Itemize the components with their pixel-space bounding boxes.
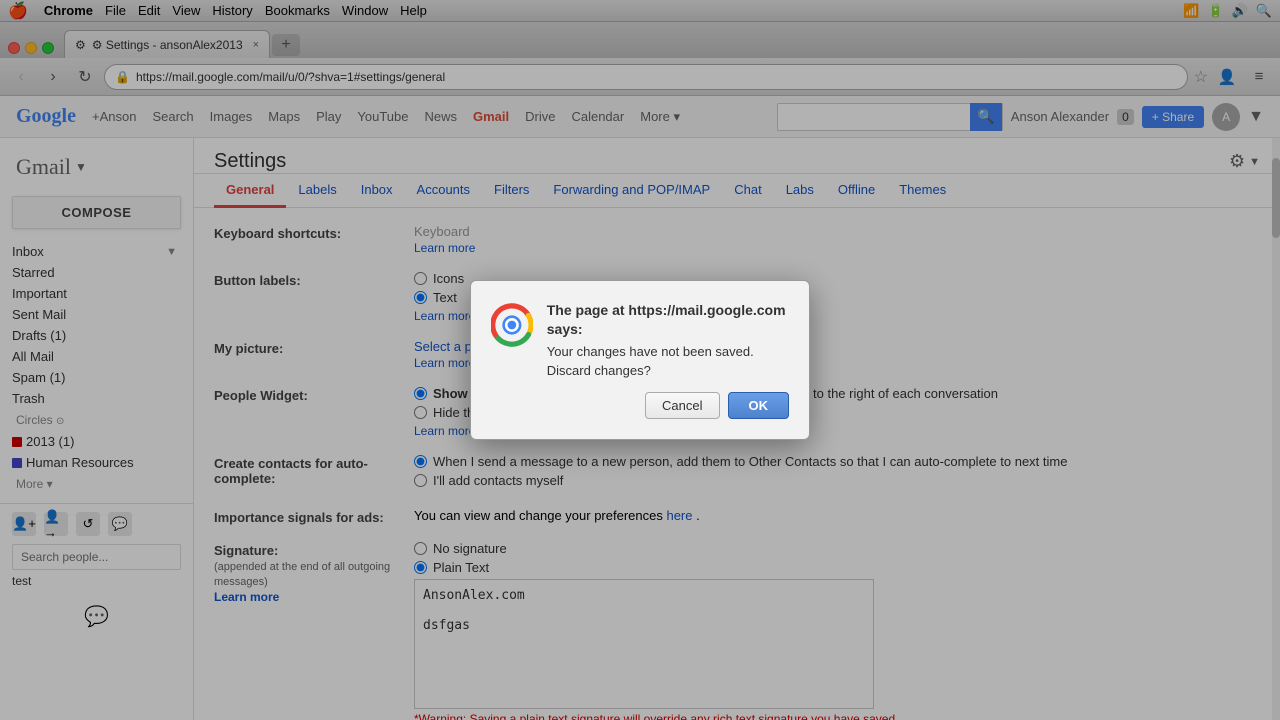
modal-question: Discard changes? [547, 363, 789, 378]
modal-overlay: The page at https://mail.google.com says… [0, 0, 1280, 720]
modal-text-area: The page at https://mail.google.com says… [547, 301, 789, 377]
chrome-logo-icon [491, 301, 533, 349]
modal-message: Your changes have not been saved. [547, 344, 789, 359]
modal-cancel-btn[interactable]: Cancel [645, 392, 719, 419]
modal-ok-btn[interactable]: OK [728, 392, 790, 419]
modal-dialog: The page at https://mail.google.com says… [470, 280, 810, 439]
modal-header: The page at https://mail.google.com says… [491, 301, 789, 377]
modal-title: The page at https://mail.google.com says… [547, 301, 789, 337]
modal-buttons: Cancel OK [491, 392, 789, 419]
